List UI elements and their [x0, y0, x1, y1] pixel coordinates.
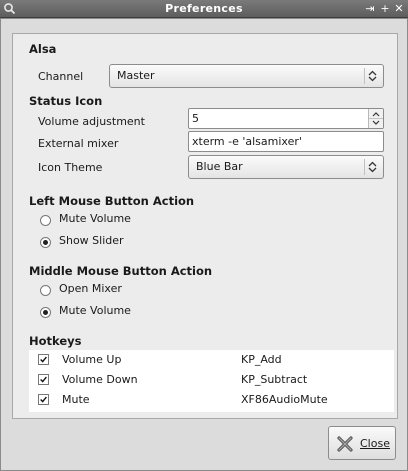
external-mixer-label: External mixer [38, 137, 119, 150]
volume-adjustment-value: 5 [192, 112, 199, 125]
hotkey-row[interactable]: Mute XF86AudioMute [29, 390, 394, 410]
title-bar: Preferences ⇥ + ✕ [0, 0, 408, 18]
volume-adjustment-spinbox[interactable]: 5 [188, 108, 384, 129]
external-mixer-input[interactable]: xterm -e 'alsamixer' [188, 131, 384, 152]
middle-mouse-heading: Middle Mouse Button Action [29, 264, 213, 278]
volume-adjustment-label: Volume adjustment [38, 115, 145, 128]
updown-arrows-icon [364, 159, 377, 175]
channel-value: Master [117, 69, 155, 82]
middle-open-mixer-label[interactable]: Open Mixer [59, 282, 122, 295]
hotkey-row[interactable]: Volume Up KP_Add [29, 350, 394, 370]
left-mute-volume-label[interactable]: Mute Volume [59, 212, 131, 225]
middle-mute-volume-label[interactable]: Mute Volume [59, 304, 131, 317]
left-mute-volume-radio[interactable] [40, 215, 51, 226]
hotkey-key[interactable]: KP_Add [241, 353, 282, 366]
hotkeys-list: Volume Up KP_Add Volume Down KP_Subtract… [29, 350, 394, 412]
close-x-icon [337, 436, 353, 452]
hotkey-name: Mute [62, 393, 90, 406]
alsa-heading: Alsa [29, 42, 57, 56]
preferences-frame: Alsa Channel Master Status Icon Volume a… [12, 33, 398, 419]
hotkeys-heading: Hotkeys [29, 334, 82, 348]
hotkey-key[interactable]: KP_Subtract [241, 373, 307, 386]
middle-mute-volume-radio[interactable] [40, 307, 51, 318]
mute-checkbox[interactable] [38, 394, 49, 405]
spin-arrows-icon[interactable] [368, 109, 383, 128]
hotkey-row[interactable]: Volume Down KP_Subtract [29, 370, 394, 390]
channel-combobox[interactable]: Master [109, 64, 384, 88]
maximize-button[interactable]: + [379, 2, 391, 15]
updown-arrows-icon [364, 68, 377, 84]
volume-up-checkbox[interactable] [38, 354, 49, 365]
window-close-button[interactable]: ✕ [393, 2, 405, 15]
shade-button[interactable]: ⇥ [364, 2, 376, 15]
volume-down-checkbox[interactable] [38, 374, 49, 385]
middle-open-mixer-radio[interactable] [40, 285, 51, 296]
close-button[interactable]: Close [328, 426, 396, 460]
icon-theme-label: Icon Theme [38, 161, 103, 174]
window-title: Preferences [165, 2, 243, 15]
icon-theme-combobox[interactable]: Blue Bar [188, 155, 384, 179]
external-mixer-value: xterm -e 'alsamixer' [192, 135, 302, 148]
hotkey-key[interactable]: XF86AudioMute [241, 393, 328, 406]
left-show-slider-radio[interactable] [40, 237, 51, 248]
close-label: Close [360, 437, 390, 450]
hotkey-name: Volume Down [62, 373, 138, 386]
left-show-slider-label[interactable]: Show Slider [59, 234, 124, 247]
preferences-window: Alsa Channel Master Status Icon Volume a… [0, 18, 408, 471]
icon-theme-value: Blue Bar [196, 160, 243, 173]
hotkey-name: Volume Up [62, 353, 122, 366]
channel-label: Channel [38, 70, 84, 83]
status-icon-heading: Status Icon [29, 94, 103, 108]
left-mouse-heading: Left Mouse Button Action [29, 194, 195, 208]
